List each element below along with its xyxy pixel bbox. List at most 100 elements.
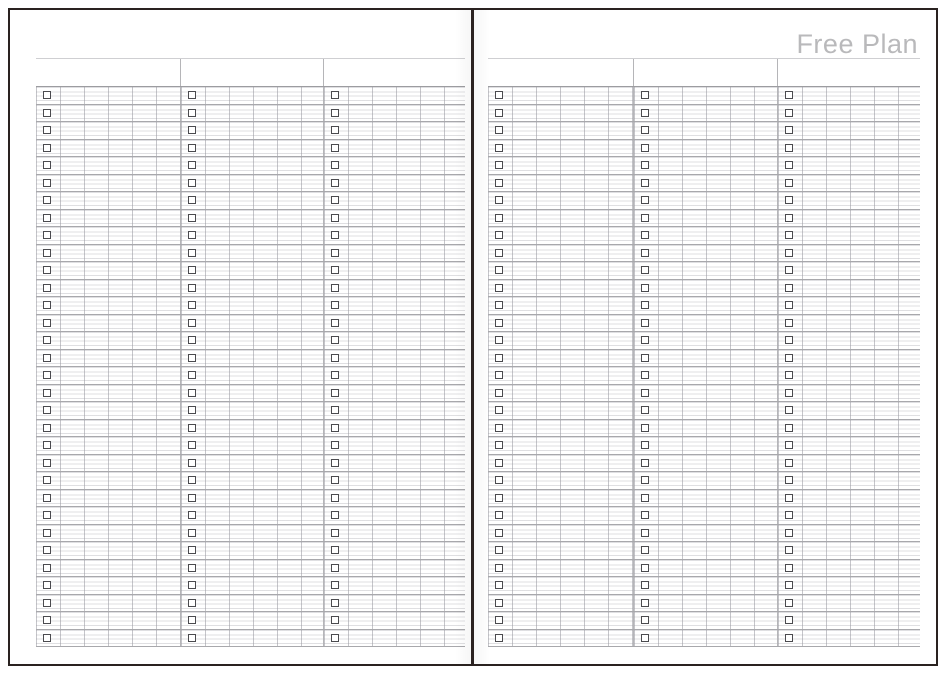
checkbox-square-icon[interactable] [785, 371, 794, 380]
checklist-cell[interactable] [488, 629, 634, 646]
checklist-cell[interactable] [633, 507, 778, 524]
checklist-cell[interactable] [323, 174, 465, 191]
checkbox-square-icon[interactable] [188, 563, 197, 572]
checklist-cell[interactable] [777, 297, 920, 314]
checklist-cell[interactable] [633, 314, 778, 331]
checkbox-square-icon[interactable] [188, 213, 197, 222]
table-row[interactable] [488, 244, 920, 262]
checklist-cell[interactable] [633, 524, 778, 541]
table-row[interactable] [488, 507, 920, 525]
checklist-cell[interactable] [180, 297, 324, 314]
checkbox-square-icon[interactable] [641, 598, 650, 607]
checkbox-square-icon[interactable] [188, 143, 197, 152]
checklist-cell[interactable] [488, 437, 634, 454]
checklist-cell[interactable] [180, 402, 324, 419]
checklist-cell[interactable] [180, 419, 324, 436]
checklist-cell[interactable] [323, 437, 465, 454]
checkbox-square-icon[interactable] [43, 266, 51, 275]
table-row[interactable] [36, 454, 465, 472]
table-row[interactable] [488, 542, 920, 560]
table-row[interactable] [36, 262, 465, 280]
checkbox-square-icon[interactable] [43, 616, 51, 625]
checkbox-square-icon[interactable] [495, 546, 503, 555]
checkbox-square-icon[interactable] [785, 336, 794, 345]
checkbox-square-icon[interactable] [641, 161, 650, 170]
table-row[interactable] [36, 174, 465, 192]
checklist-cell[interactable] [180, 612, 324, 629]
checklist-cell[interactable] [488, 594, 634, 611]
checkbox-square-icon[interactable] [495, 371, 503, 380]
table-row[interactable] [36, 349, 465, 367]
checklist-cell[interactable] [488, 454, 634, 471]
checklist-cell[interactable] [180, 542, 324, 559]
checkbox-square-icon[interactable] [641, 493, 650, 502]
checkbox-square-icon[interactable] [641, 511, 650, 520]
checklist-cell[interactable] [323, 87, 465, 104]
checkbox-square-icon[interactable] [495, 143, 503, 152]
checklist-cell[interactable] [488, 524, 634, 541]
checkbox-square-icon[interactable] [43, 161, 51, 170]
table-row[interactable] [36, 244, 465, 262]
checkbox-square-icon[interactable] [495, 108, 503, 117]
checkbox-square-icon[interactable] [641, 301, 650, 310]
checkbox-square-icon[interactable] [331, 353, 340, 362]
checklist-cell[interactable] [36, 454, 181, 471]
checkbox-square-icon[interactable] [641, 458, 650, 467]
checklist-cell[interactable] [777, 542, 920, 559]
checkbox-square-icon[interactable] [641, 476, 650, 485]
checkbox-square-icon[interactable] [331, 178, 340, 187]
checkbox-square-icon[interactable] [43, 458, 51, 467]
checkbox-square-icon[interactable] [785, 318, 794, 327]
checkbox-square-icon[interactable] [331, 336, 340, 345]
checkbox-square-icon[interactable] [785, 196, 794, 205]
table-row[interactable] [36, 157, 465, 175]
checklist-cell[interactable] [488, 577, 634, 594]
checkbox-square-icon[interactable] [43, 213, 51, 222]
checkbox-square-icon[interactable] [641, 283, 650, 292]
checkbox-square-icon[interactable] [641, 318, 650, 327]
checklist-cell[interactable] [36, 402, 181, 419]
table-row[interactable] [36, 629, 465, 647]
table-row[interactable] [488, 297, 920, 315]
checklist-cell[interactable] [180, 437, 324, 454]
checkbox-square-icon[interactable] [785, 283, 794, 292]
checklist-cell[interactable] [633, 279, 778, 296]
checklist-cell[interactable] [180, 577, 324, 594]
checklist-cell[interactable] [488, 174, 634, 191]
checklist-cell[interactable] [323, 279, 465, 296]
checkbox-square-icon[interactable] [641, 616, 650, 625]
checkbox-square-icon[interactable] [188, 161, 197, 170]
checkbox-square-icon[interactable] [43, 231, 51, 240]
checkbox-square-icon[interactable] [641, 178, 650, 187]
table-row[interactable] [36, 227, 465, 245]
checklist-cell[interactable] [323, 542, 465, 559]
checkbox-square-icon[interactable] [43, 493, 51, 502]
table-row[interactable] [488, 577, 920, 595]
checklist-cell[interactable] [180, 454, 324, 471]
checkbox-square-icon[interactable] [43, 406, 51, 415]
checklist-cell[interactable] [36, 594, 181, 611]
checkbox-square-icon[interactable] [495, 493, 503, 502]
table-row[interactable] [36, 542, 465, 560]
checkbox-square-icon[interactable] [188, 248, 197, 257]
table-row[interactable] [36, 279, 465, 297]
checkbox-square-icon[interactable] [331, 266, 340, 275]
checklist-cell[interactable] [323, 349, 465, 366]
table-row[interactable] [488, 367, 920, 385]
checkbox-square-icon[interactable] [331, 318, 340, 327]
checklist-cell[interactable] [777, 192, 920, 209]
checklist-cell[interactable] [488, 244, 634, 261]
table-row[interactable] [36, 559, 465, 577]
checkbox-square-icon[interactable] [43, 318, 51, 327]
checkbox-square-icon[interactable] [641, 528, 650, 537]
checklist-cell[interactable] [633, 174, 778, 191]
checkbox-square-icon[interactable] [188, 91, 197, 100]
checkbox-square-icon[interactable] [495, 563, 503, 572]
checklist-cell[interactable] [777, 594, 920, 611]
checklist-cell[interactable] [323, 629, 465, 646]
checklist-cell[interactable] [323, 122, 465, 139]
checklist-cell[interactable] [36, 542, 181, 559]
checklist-cell[interactable] [633, 472, 778, 489]
checklist-cell[interactable] [180, 349, 324, 366]
checkbox-square-icon[interactable] [641, 406, 650, 415]
